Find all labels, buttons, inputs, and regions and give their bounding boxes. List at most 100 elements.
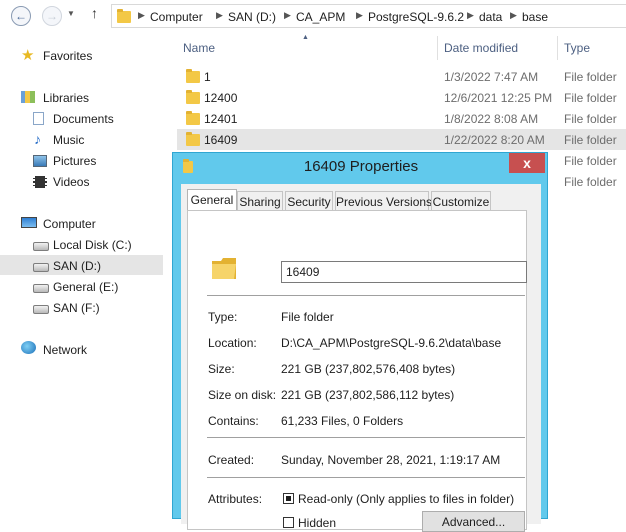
divider — [207, 477, 525, 478]
size-value: 221 GB (237,802,576,408 bytes) — [281, 362, 456, 376]
row-date: 1/3/2022 7:47 AM — [444, 70, 539, 84]
row-date: 1/8/2022 8:08 AM — [444, 112, 539, 126]
breadcrumb-san-d[interactable]: SAN (D:) — [228, 10, 276, 24]
table-row[interactable]: 12401 1/8/2022 8:08 AM File folder — [177, 108, 626, 129]
chevron-right-icon[interactable]: ▶ — [138, 10, 145, 21]
drive-icon — [33, 242, 49, 251]
row-type: File folder — [564, 154, 617, 168]
libraries-icon — [21, 91, 35, 103]
chevron-right-icon[interactable]: ▶ — [216, 10, 223, 21]
breadcrumb-data[interactable]: data — [479, 10, 502, 24]
hidden-label[interactable]: Hidden — [298, 516, 336, 530]
folder-icon — [186, 69, 200, 83]
row-name: 16409 — [204, 133, 238, 147]
nav-drive-f[interactable]: SAN (F:) — [53, 301, 100, 315]
computer-icon — [21, 217, 37, 228]
folder-icon — [186, 90, 200, 104]
tab-previous-versions[interactable]: Previous Versions — [335, 191, 432, 210]
chevron-down-icon[interactable]: ▼ — [67, 9, 75, 18]
address-bar[interactable]: ▶ Computer ▶ SAN (D:) ▶ CA_APM ▶ Postgre… — [111, 4, 626, 28]
folder-icon — [117, 9, 131, 23]
table-row-selected[interactable]: 16409 1/22/2022 8:20 AM File folder — [177, 129, 626, 150]
size-on-disk-value: 221 GB (237,802,586,112 bytes) — [281, 388, 455, 402]
chevron-right-icon[interactable]: ▶ — [356, 10, 363, 21]
divider — [207, 295, 525, 296]
row-type: File folder — [564, 91, 617, 105]
back-button[interactable]: ← — [11, 6, 31, 26]
nav-pictures[interactable]: Pictures — [53, 154, 96, 168]
advanced-button[interactable]: Advanced... — [422, 511, 525, 532]
nav-drive-e[interactable]: General (E:) — [53, 280, 118, 294]
folder-icon — [212, 258, 236, 279]
folder-icon — [186, 111, 200, 125]
tab-security[interactable]: Security — [285, 191, 333, 210]
row-type: File folder — [564, 112, 617, 126]
row-name: 12401 — [204, 112, 238, 126]
readonly-label[interactable]: Read-only (Only applies to files in fold… — [298, 492, 514, 506]
breadcrumb-base[interactable]: base — [522, 10, 548, 24]
location-label: Location: — [208, 336, 257, 350]
videos-icon — [33, 176, 47, 188]
forward-button[interactable]: → — [42, 6, 62, 26]
readonly-checkbox[interactable] — [283, 493, 294, 504]
breadcrumb-postgresql[interactable]: PostgreSQL-9.6.2 — [368, 10, 464, 24]
table-row[interactable]: 12400 12/6/2021 12:25 PM File folder — [177, 87, 626, 108]
drive-icon — [33, 263, 49, 272]
dialog-body: General Sharing Security Previous Versio… — [181, 184, 541, 532]
drive-icon — [33, 305, 49, 314]
row-date: 12/6/2021 12:25 PM — [444, 91, 553, 105]
pictures-icon — [33, 155, 47, 167]
row-type: File folder — [564, 133, 617, 147]
up-arrow-icon[interactable]: ↑ — [91, 5, 98, 21]
column-header-type[interactable]: Type — [564, 41, 590, 55]
row-name: 12400 — [204, 91, 238, 105]
contains-label: Contains: — [208, 414, 259, 428]
nav-drive-d[interactable]: SAN (D:) — [53, 259, 101, 273]
contains-value: 61,233 Files, 0 Folders — [281, 414, 404, 428]
folder-name-field[interactable]: 16409 — [281, 261, 527, 283]
nav-drive-c[interactable]: Local Disk (C:) — [53, 238, 132, 252]
chevron-right-icon[interactable]: ▶ — [467, 10, 474, 21]
type-label: Type: — [208, 310, 238, 324]
nav-network[interactable]: Network — [43, 343, 87, 357]
row-name: 1 — [204, 70, 211, 84]
network-icon — [21, 341, 36, 354]
row-type: File folder — [564, 175, 617, 189]
column-header-name[interactable]: Name — [183, 41, 215, 55]
tab-customize[interactable]: Customize — [431, 191, 491, 210]
nav-favorites[interactable]: Favorites — [43, 49, 92, 63]
properties-dialog: 16409 Properties x General Sharing Secur… — [172, 152, 548, 532]
column-header-date[interactable]: Date modified — [444, 41, 518, 55]
general-panel: 16409 Type: File folder Location: D:\CA_… — [187, 210, 527, 532]
star-icon: ★ — [21, 47, 35, 64]
chevron-right-icon[interactable]: ▶ — [510, 10, 517, 21]
nav-music[interactable]: Music — [53, 133, 84, 147]
music-icon: ♪ — [34, 131, 41, 147]
sort-ascending-icon: ▲ — [302, 34, 309, 41]
folder-icon — [186, 132, 200, 146]
drive-icon — [33, 284, 49, 293]
documents-icon — [33, 112, 44, 125]
nav-videos[interactable]: Videos — [53, 175, 89, 189]
chevron-right-icon[interactable]: ▶ — [284, 10, 291, 21]
column-divider — [557, 36, 558, 60]
breadcrumb-ca-apm[interactable]: CA_APM — [296, 10, 345, 24]
size-on-disk-label: Size on disk: — [208, 388, 277, 402]
created-value: Sunday, November 28, 2021, 1:19:17 AM — [281, 453, 501, 467]
nav-computer[interactable]: Computer — [43, 217, 96, 231]
tab-sharing[interactable]: Sharing — [237, 191, 283, 210]
nav-documents[interactable]: Documents — [53, 112, 114, 126]
type-value: File folder — [281, 310, 334, 324]
attributes-label: Attributes: — [208, 492, 263, 506]
column-divider — [437, 36, 438, 60]
created-label: Created: — [208, 453, 255, 467]
nav-libraries[interactable]: Libraries — [43, 91, 89, 105]
row-date: 1/22/2022 8:20 AM — [444, 133, 545, 147]
breadcrumb-computer[interactable]: Computer — [150, 10, 203, 24]
close-button[interactable]: x — [509, 153, 545, 173]
row-type: File folder — [564, 70, 617, 84]
table-row[interactable]: 1 1/3/2022 7:47 AM File folder — [177, 66, 626, 87]
tab-general[interactable]: General — [187, 189, 237, 211]
location-value: D:\CA_APM\PostgreSQL-9.6.2\data\base — [281, 336, 502, 350]
size-label: Size: — [208, 362, 235, 376]
